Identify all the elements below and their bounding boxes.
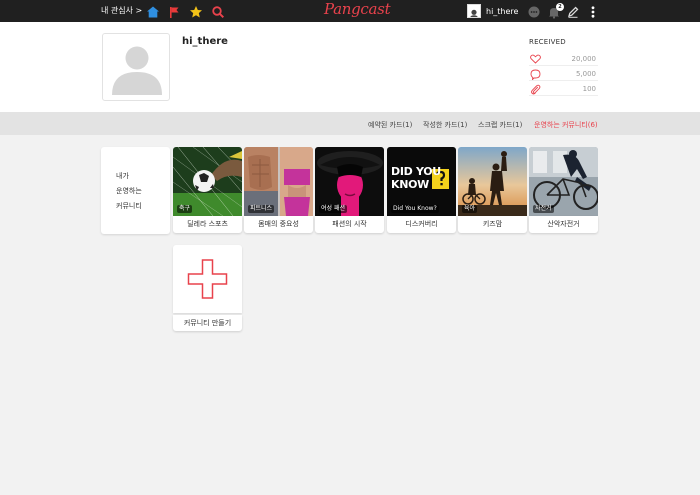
community-title: 디스커버리 — [387, 216, 456, 233]
community-thumbnail: 육아 — [458, 147, 527, 216]
stat-scraps: 100 — [529, 82, 598, 96]
community-tag: 여성 패션 — [319, 205, 347, 213]
username: hi_there — [486, 6, 519, 16]
image-text: KNOW — [391, 178, 430, 191]
community-thumbnail: 피트니스 — [244, 147, 313, 216]
community-thumbnail: DID YOU KNOW Did You Know? — [387, 147, 456, 216]
stat-value: 100 — [582, 85, 596, 93]
community-tag: 자전거 — [533, 205, 554, 213]
community-title: 키즈맘 — [458, 216, 527, 233]
stat-value: 20,000 — [571, 55, 597, 63]
community-title: 딜레라 스포츠 — [173, 216, 242, 233]
community-thumbnail: 자전거 — [529, 147, 598, 216]
managed-communities-menu: 내가 운영하는 커뮤니티 — [101, 147, 170, 234]
profile-header: hi_there RECEIVED 20,000 5,000 100 — [0, 22, 700, 112]
tab-scrap-cards[interactable]: 스크랩 카드(1) — [478, 120, 522, 130]
community-title: 몸매의 중요성 — [244, 216, 313, 233]
user-menu[interactable]: hi_there — [467, 3, 518, 19]
community-thumbnail: 축구 — [173, 147, 242, 216]
tab-written-cards[interactable]: 작성한 카드(1) — [423, 120, 467, 130]
tab-bar: 예약된 카드(1) 작성한 카드(1) 스크랩 카드(1) 운영하는 커뮤니티(… — [0, 112, 700, 135]
community-title: 패션의 시작 — [315, 216, 384, 233]
community-thumbnail: 여성 패션 — [315, 147, 384, 216]
menu-line: 운영하는 — [116, 187, 142, 195]
comment-icon — [530, 69, 541, 80]
received-label: RECEIVED — [529, 38, 566, 46]
top-bar: 내 관심사 > Pangcast hi_there 2 — [0, 0, 700, 22]
stat-value: 5,000 — [575, 70, 596, 78]
interest-menu[interactable]: 내 관심사 > — [101, 5, 142, 16]
create-community-button[interactable]: 커뮤니티 만들기 — [173, 245, 242, 331]
chat-icon[interactable] — [527, 4, 541, 18]
community-tag: 육아 — [462, 205, 478, 213]
menu-line: 내가 — [116, 172, 129, 180]
community-tag: 축구 — [177, 205, 193, 213]
tab-reserved-cards[interactable]: 예약된 카드(1) — [368, 120, 412, 130]
tab-managed-communities[interactable]: 운영하는 커뮤니티(6) — [534, 120, 598, 130]
community-title: 산악자전거 — [529, 216, 598, 233]
menu-line: 커뮤니티 — [116, 202, 142, 210]
flag-icon[interactable] — [167, 4, 181, 18]
star-icon[interactable] — [189, 4, 203, 18]
home-icon[interactable] — [146, 4, 160, 18]
create-community-thumbnail — [173, 245, 242, 313]
profile-photo[interactable] — [102, 33, 170, 101]
image-text: DID YOU — [391, 165, 441, 178]
plus-icon — [187, 259, 228, 299]
stat-likes: 20,000 — [529, 52, 598, 66]
notification-badge: 2 — [556, 3, 564, 11]
logo[interactable]: Pangcast — [324, 0, 391, 18]
heart-icon — [530, 54, 541, 64]
stat-comments: 5,000 — [529, 67, 598, 81]
clip-icon — [531, 84, 541, 95]
search-icon[interactable] — [211, 4, 225, 19]
community-tag: 피트니스 — [248, 205, 275, 213]
community-tag: Did You Know? — [391, 205, 439, 213]
avatar — [467, 4, 481, 18]
profile-name: hi_there — [182, 36, 228, 47]
create-community-label: 커뮤니티 만들기 — [173, 315, 242, 331]
more-icon[interactable] — [586, 4, 600, 18]
pencil-icon[interactable] — [566, 4, 580, 18]
